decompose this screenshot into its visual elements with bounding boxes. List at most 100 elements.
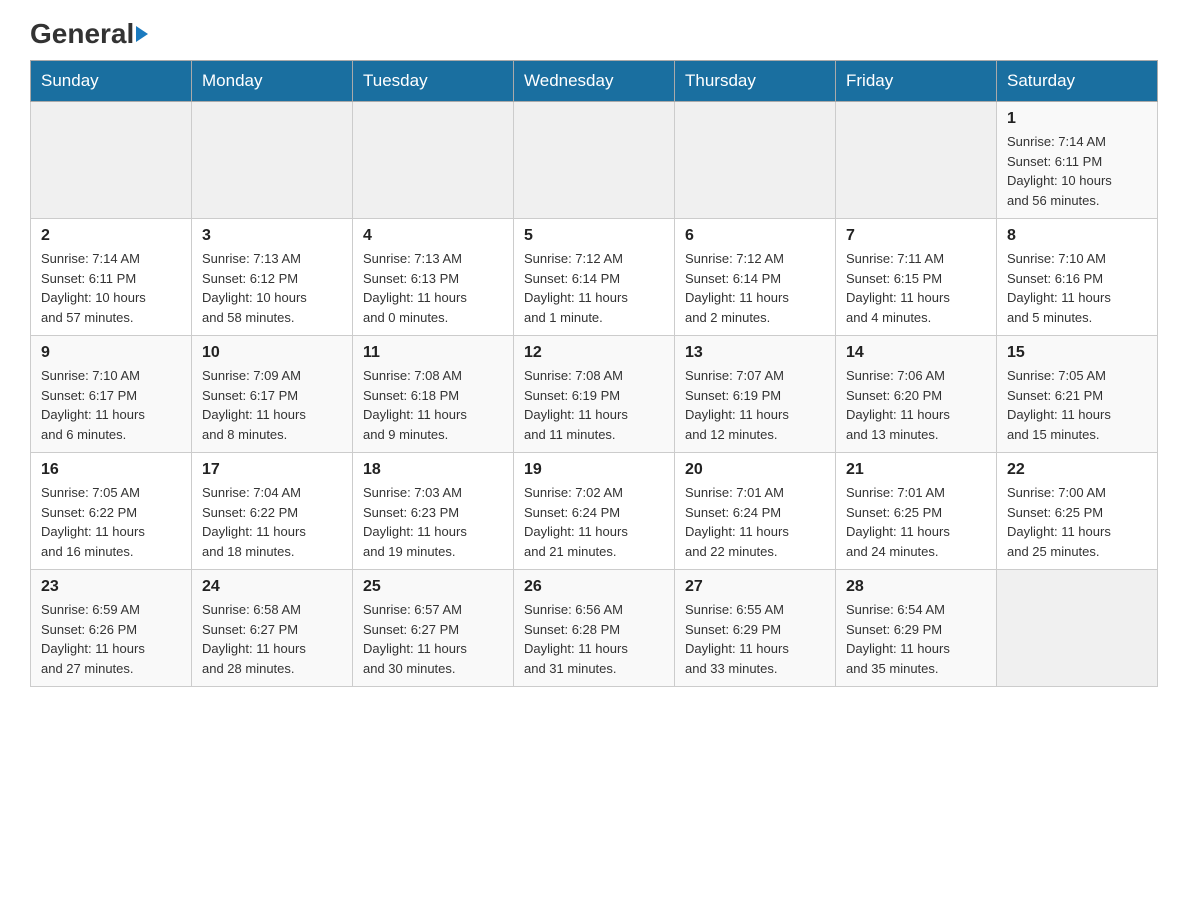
day-info: Sunrise: 7:13 AMSunset: 6:13 PMDaylight:… [363, 249, 503, 327]
day-number: 21 [846, 461, 986, 479]
day-number: 4 [363, 227, 503, 245]
day-info: Sunrise: 7:11 AMSunset: 6:15 PMDaylight:… [846, 249, 986, 327]
calendar-cell: 3 Sunrise: 7:13 AMSunset: 6:12 PMDaylight… [192, 219, 353, 336]
calendar-cell: 2 Sunrise: 7:14 AMSunset: 6:11 PMDaylight… [31, 219, 192, 336]
day-number: 12 [524, 344, 664, 362]
week-row-3: 9 Sunrise: 7:10 AMSunset: 6:17 PMDaylight… [31, 336, 1158, 453]
calendar-cell: 5 Sunrise: 7:12 AMSunset: 6:14 PMDaylight… [514, 219, 675, 336]
calendar-cell: 6Sunrise: 7:12 AMSunset: 6:14 PMDaylight… [675, 219, 836, 336]
weekday-header-tuesday: Tuesday [353, 61, 514, 102]
day-info: Sunrise: 7:04 AMSunset: 6:22 PMDaylight:… [202, 483, 342, 561]
day-number: 15 [1007, 344, 1147, 362]
day-info: Sunrise: 7:12 AMSunset: 6:14 PMDaylight:… [685, 249, 825, 327]
day-info: Sunrise: 6:58 AMSunset: 6:27 PMDaylight:… [202, 600, 342, 678]
logo-general-text: General [30, 18, 148, 49]
calendar-cell [353, 102, 514, 219]
calendar-cell: 4 Sunrise: 7:13 AMSunset: 6:13 PMDaylight… [353, 219, 514, 336]
calendar-cell: 15 Sunrise: 7:05 AMSunset: 6:21 PMDayligh… [997, 336, 1158, 453]
day-number: 27 [685, 578, 825, 596]
day-number: 25 [363, 578, 503, 596]
calendar-cell: 22 Sunrise: 7:00 AMSunset: 6:25 PMDayligh… [997, 453, 1158, 570]
calendar-cell [675, 102, 836, 219]
day-number: 17 [202, 461, 342, 479]
calendar-cell: 25 Sunrise: 6:57 AMSunset: 6:27 PMDayligh… [353, 570, 514, 687]
day-info: Sunrise: 7:01 AMSunset: 6:25 PMDaylight:… [846, 483, 986, 561]
day-info: Sunrise: 7:02 AMSunset: 6:24 PMDaylight:… [524, 483, 664, 561]
day-number: 9 [41, 344, 181, 362]
calendar-cell: 8 Sunrise: 7:10 AMSunset: 6:16 PMDaylight… [997, 219, 1158, 336]
weekday-header-sunday: Sunday [31, 61, 192, 102]
day-number: 16 [41, 461, 181, 479]
day-number: 3 [202, 227, 342, 245]
calendar-cell: 27Sunrise: 6:55 AMSunset: 6:29 PMDayligh… [675, 570, 836, 687]
calendar-cell: 1 Sunrise: 7:14 AMSunset: 6:11 PMDaylight… [997, 102, 1158, 219]
calendar-cell: 20 Sunrise: 7:01 AMSunset: 6:24 PMDayligh… [675, 453, 836, 570]
calendar-cell [836, 102, 997, 219]
day-info: Sunrise: 7:09 AMSunset: 6:17 PMDaylight:… [202, 366, 342, 444]
logo-general-line: General [30, 20, 148, 48]
day-info: Sunrise: 7:01 AMSunset: 6:24 PMDaylight:… [685, 483, 825, 561]
calendar-cell: 28 Sunrise: 6:54 AMSunset: 6:29 PMDayligh… [836, 570, 997, 687]
day-info: Sunrise: 7:08 AMSunset: 6:18 PMDaylight:… [363, 366, 503, 444]
calendar-cell: 14 Sunrise: 7:06 AMSunset: 6:20 PMDayligh… [836, 336, 997, 453]
day-number: 23 [41, 578, 181, 596]
day-info: Sunrise: 7:00 AMSunset: 6:25 PMDaylight:… [1007, 483, 1147, 561]
calendar-cell: 9 Sunrise: 7:10 AMSunset: 6:17 PMDaylight… [31, 336, 192, 453]
day-info: Sunrise: 7:12 AMSunset: 6:14 PMDaylight:… [524, 249, 664, 327]
day-number: 7 [846, 227, 986, 245]
calendar-cell: 19Sunrise: 7:02 AMSunset: 6:24 PMDayligh… [514, 453, 675, 570]
page-header: General [30, 20, 1158, 50]
day-info: Sunrise: 7:05 AMSunset: 6:21 PMDaylight:… [1007, 366, 1147, 444]
day-info: Sunrise: 7:06 AMSunset: 6:20 PMDaylight:… [846, 366, 986, 444]
logo: General [30, 20, 148, 50]
day-number: 18 [363, 461, 503, 479]
calendar-cell [997, 570, 1158, 687]
day-info: Sunrise: 7:10 AMSunset: 6:16 PMDaylight:… [1007, 249, 1147, 327]
calendar-cell: 24 Sunrise: 6:58 AMSunset: 6:27 PMDayligh… [192, 570, 353, 687]
calendar-cell [192, 102, 353, 219]
weekday-header-monday: Monday [192, 61, 353, 102]
weekday-header-saturday: Saturday [997, 61, 1158, 102]
day-info: Sunrise: 7:14 AMSunset: 6:11 PMDaylight:… [1007, 132, 1147, 210]
day-info: Sunrise: 6:54 AMSunset: 6:29 PMDaylight:… [846, 600, 986, 678]
day-info: Sunrise: 7:07 AMSunset: 6:19 PMDaylight:… [685, 366, 825, 444]
week-row-4: 16Sunrise: 7:05 AMSunset: 6:22 PMDayligh… [31, 453, 1158, 570]
day-number: 28 [846, 578, 986, 596]
week-row-2: 2 Sunrise: 7:14 AMSunset: 6:11 PMDaylight… [31, 219, 1158, 336]
calendar-cell: 18 Sunrise: 7:03 AMSunset: 6:23 PMDayligh… [353, 453, 514, 570]
weekday-header-wednesday: Wednesday [514, 61, 675, 102]
day-number: 2 [41, 227, 181, 245]
week-row-1: 1 Sunrise: 7:14 AMSunset: 6:11 PMDaylight… [31, 102, 1158, 219]
week-row-5: 23 Sunrise: 6:59 AMSunset: 6:26 PMDayligh… [31, 570, 1158, 687]
day-number: 13 [685, 344, 825, 362]
calendar-cell: 21 Sunrise: 7:01 AMSunset: 6:25 PMDayligh… [836, 453, 997, 570]
day-number: 8 [1007, 227, 1147, 245]
day-info: Sunrise: 6:59 AMSunset: 6:26 PMDaylight:… [41, 600, 181, 678]
day-number: 24 [202, 578, 342, 596]
calendar-cell: 13 Sunrise: 7:07 AMSunset: 6:19 PMDayligh… [675, 336, 836, 453]
weekday-header-row: SundayMondayTuesdayWednesdayThursdayFrid… [31, 61, 1158, 102]
calendar-cell: 17 Sunrise: 7:04 AMSunset: 6:22 PMDayligh… [192, 453, 353, 570]
day-info: Sunrise: 7:13 AMSunset: 6:12 PMDaylight:… [202, 249, 342, 327]
calendar-cell: 16Sunrise: 7:05 AMSunset: 6:22 PMDayligh… [31, 453, 192, 570]
day-number: 1 [1007, 110, 1147, 128]
calendar-cell: 11 Sunrise: 7:08 AMSunset: 6:18 PMDayligh… [353, 336, 514, 453]
day-info: Sunrise: 7:10 AMSunset: 6:17 PMDaylight:… [41, 366, 181, 444]
calendar-cell: 26 Sunrise: 6:56 AMSunset: 6:28 PMDayligh… [514, 570, 675, 687]
day-number: 26 [524, 578, 664, 596]
day-info: Sunrise: 7:14 AMSunset: 6:11 PMDaylight:… [41, 249, 181, 327]
calendar-cell [514, 102, 675, 219]
logo-arrow-shape [136, 26, 148, 42]
calendar-cell: 12 Sunrise: 7:08 AMSunset: 6:19 PMDayligh… [514, 336, 675, 453]
day-number: 5 [524, 227, 664, 245]
calendar-table: SundayMondayTuesdayWednesdayThursdayFrid… [30, 60, 1158, 687]
day-info: Sunrise: 6:56 AMSunset: 6:28 PMDaylight:… [524, 600, 664, 678]
calendar-cell: 23 Sunrise: 6:59 AMSunset: 6:26 PMDayligh… [31, 570, 192, 687]
day-info: Sunrise: 6:57 AMSunset: 6:27 PMDaylight:… [363, 600, 503, 678]
day-number: 22 [1007, 461, 1147, 479]
day-info: Sunrise: 7:08 AMSunset: 6:19 PMDaylight:… [524, 366, 664, 444]
day-info: Sunrise: 7:03 AMSunset: 6:23 PMDaylight:… [363, 483, 503, 561]
day-number: 14 [846, 344, 986, 362]
day-number: 11 [363, 344, 503, 362]
day-number: 20 [685, 461, 825, 479]
